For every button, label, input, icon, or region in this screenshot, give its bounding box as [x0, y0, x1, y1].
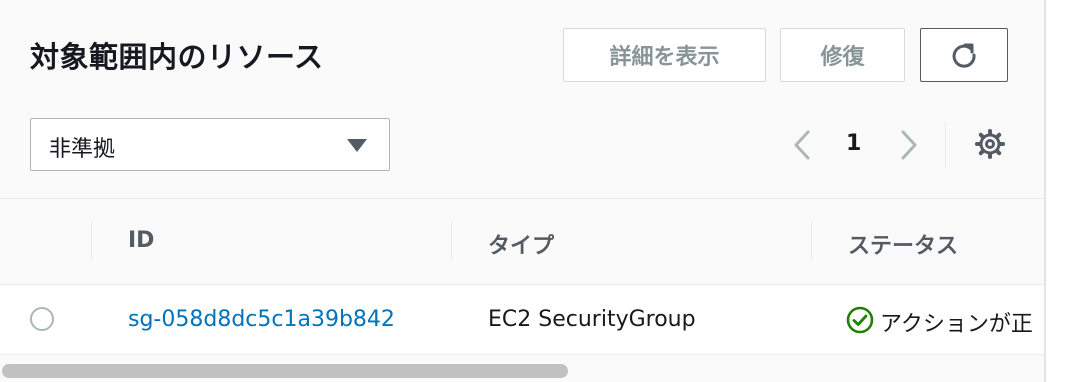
next-page-button[interactable]	[897, 128, 921, 162]
chevron-right-icon	[901, 130, 917, 160]
chevron-left-icon	[794, 130, 810, 160]
column-separator	[91, 221, 92, 261]
gear-icon	[975, 129, 1005, 159]
horizontal-scrollbar-thumb[interactable]	[2, 364, 568, 378]
table-top-border	[0, 198, 1044, 199]
current-page-number[interactable]: 1	[846, 131, 861, 156]
resource-type: EC2 SecurityGroup	[488, 307, 696, 332]
column-header-id[interactable]: ID	[128, 228, 154, 253]
previous-page-button[interactable]	[790, 128, 814, 162]
filter-selected-value: 非準拠	[49, 137, 116, 162]
row-select-radio[interactable]	[30, 307, 54, 331]
page-background	[1046, 0, 1074, 382]
check-circle-icon	[846, 306, 874, 334]
table-row-border	[0, 354, 1044, 355]
view-details-button[interactable]: 詳細を表示	[563, 28, 766, 82]
resource-id-link[interactable]: sg-058d8dc5c1a39b842	[128, 307, 395, 332]
refresh-button[interactable]	[920, 28, 1008, 82]
pagination-divider	[945, 122, 946, 168]
compliance-filter-select[interactable]: 非準拠	[30, 118, 390, 171]
resources-panel: 対象範囲内のリソース 詳細を表示 修復 非準拠 1 ID タイプ ステータス s…	[0, 0, 1044, 382]
resource-status: アクションが正	[880, 312, 1033, 337]
remediate-button[interactable]: 修復	[780, 28, 905, 82]
caret-down-icon	[347, 139, 367, 152]
column-separator	[451, 221, 452, 261]
column-header-type[interactable]: タイプ	[488, 228, 554, 260]
column-separator	[811, 221, 812, 261]
column-header-status[interactable]: ステータス	[848, 228, 958, 260]
refresh-icon	[952, 43, 976, 68]
panel-title: 対象範囲内のリソース	[30, 40, 324, 74]
table-settings-button[interactable]	[974, 128, 1006, 160]
